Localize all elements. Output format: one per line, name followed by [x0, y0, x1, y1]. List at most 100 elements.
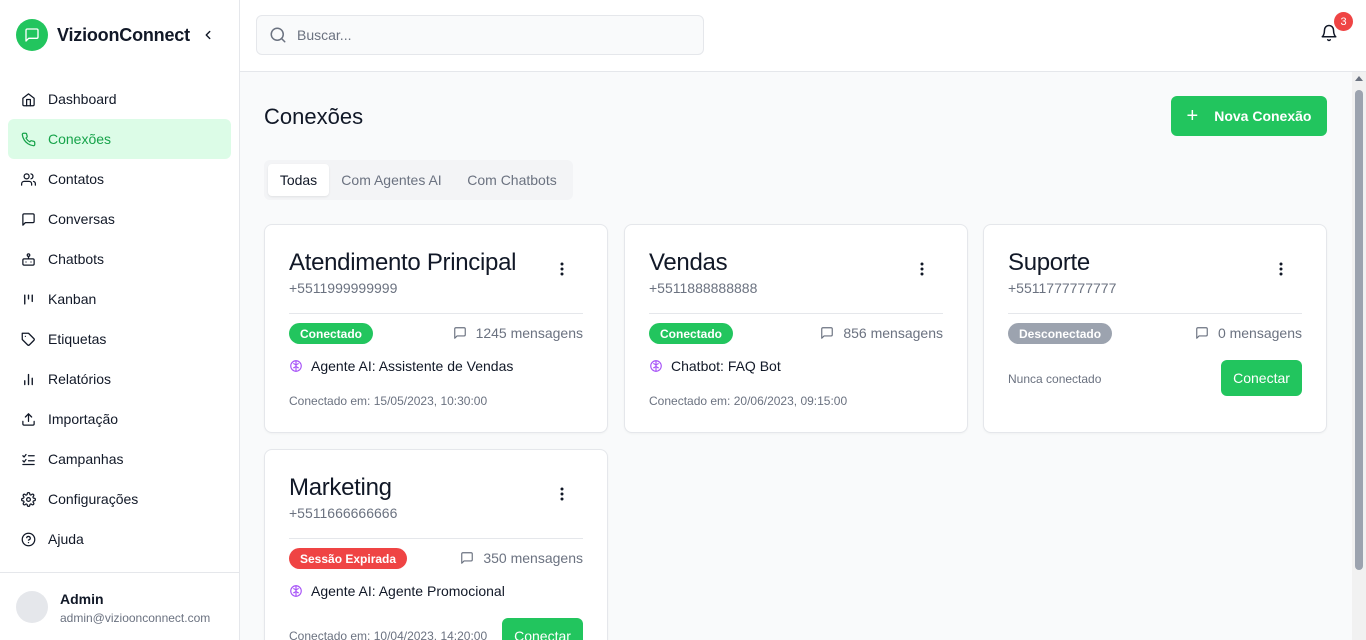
- tag-icon: [20, 331, 36, 347]
- phone-icon: [20, 131, 36, 147]
- status-badge: Conectado: [289, 323, 374, 344]
- sidebar-item-dashboard[interactable]: Dashboard: [8, 79, 231, 119]
- sidebar-item-label: Contatos: [48, 171, 105, 187]
- brain-icon: [289, 584, 303, 598]
- user-profile[interactable]: Admin admin@vizioonconnect.com: [0, 572, 240, 640]
- user-name: Admin: [60, 591, 104, 607]
- sidebar-item-conexoes[interactable]: Conexões: [8, 119, 231, 159]
- agent-label: Agente AI: Assistente de Vendas: [311, 358, 514, 374]
- connection-phone: +5511777777777: [1008, 280, 1117, 296]
- scrollbar[interactable]: [1352, 72, 1366, 640]
- tab-com-chatbots[interactable]: Com Chatbots: [454, 164, 570, 196]
- search-icon: [269, 26, 287, 44]
- status-badge: Desconectado: [1008, 323, 1113, 344]
- brain-icon: [289, 359, 303, 373]
- more-vertical-icon[interactable]: [555, 485, 569, 503]
- sidebar-item-label: Ajuda: [48, 531, 84, 547]
- connect-button[interactable]: Conectar: [1221, 360, 1302, 396]
- message-count: 1245 mensagens: [453, 325, 583, 341]
- message-count: 0 mensagens: [1195, 325, 1302, 341]
- user-email: admin@vizioonconnect.com: [60, 611, 211, 625]
- plus-icon: +: [1186, 105, 1199, 127]
- new-connection-label: Nova Conexão: [1214, 108, 1312, 124]
- status-badge: Conectado: [649, 323, 734, 344]
- message-icon: [453, 326, 467, 340]
- sidebar-item-etiquetas[interactable]: Etiquetas: [8, 319, 231, 359]
- connection-card: Atendimento Principal +5511999999999 Con…: [264, 224, 608, 433]
- tab-todas[interactable]: Todas: [268, 164, 329, 196]
- upload-icon: [20, 411, 36, 427]
- connect-button[interactable]: Conectar: [502, 618, 583, 640]
- sidebar-item-campanhas[interactable]: Campanhas: [8, 439, 231, 479]
- page-title: Conexões: [264, 104, 364, 129]
- more-vertical-icon[interactable]: [1274, 260, 1288, 278]
- connection-phone: +5511999999999: [289, 280, 398, 296]
- sidebar-item-label: Conexões: [48, 131, 112, 147]
- agent-info: Agente AI: Agente Promocional: [289, 583, 505, 599]
- connected-at: Conectado em: 15/05/2023, 10:30:00: [289, 394, 488, 408]
- connection-phone: +5511666666666: [289, 505, 398, 521]
- brain-icon: [649, 359, 663, 373]
- connection-name: Marketing: [289, 474, 392, 501]
- chevron-left-icon[interactable]: [200, 26, 216, 44]
- notification-badge: 3: [1334, 12, 1353, 31]
- search-input[interactable]: [297, 27, 677, 43]
- agent-info: Chatbot: FAQ Bot: [649, 358, 781, 374]
- sidebar-item-contatos[interactable]: Contatos: [8, 159, 231, 199]
- agent-info: Agente AI: Assistente de Vendas: [289, 358, 513, 374]
- bot-icon: [20, 251, 36, 267]
- divider: [289, 538, 583, 539]
- divider: [289, 313, 583, 314]
- message-count-label: 350 mensagens: [483, 550, 583, 566]
- connection-name: Atendimento Principal: [289, 249, 517, 276]
- status-badge: Sessão Expirada: [289, 548, 408, 569]
- scroll-thumb[interactable]: [1355, 90, 1363, 570]
- sidebar: VizioonConnect Dashboard Conexões Contat…: [0, 0, 240, 640]
- sidebar-item-label: Configurações: [48, 491, 139, 507]
- message-count-label: 1245 mensagens: [475, 325, 583, 341]
- message-square-icon: [20, 211, 36, 227]
- message-count: 350 mensagens: [460, 550, 583, 566]
- connected-at: Conectado em: 10/04/2023, 14:20:00: [289, 629, 488, 640]
- connection-card: Marketing +5511666666666 Sessão Expirada…: [264, 449, 608, 640]
- sidebar-item-relatorios[interactable]: Relatórios: [8, 359, 231, 399]
- home-icon: [20, 91, 36, 107]
- sidebar-item-label: Campanhas: [48, 451, 124, 467]
- message-count: 856 mensagens: [820, 325, 943, 341]
- message-logo-icon: [16, 19, 48, 51]
- sidebar-item-conversas[interactable]: Conversas: [8, 199, 231, 239]
- connection-name: Vendas: [649, 249, 728, 276]
- connection-name: Suporte: [1008, 249, 1090, 276]
- connection-card: Suporte +5511777777777 Desconectado 0 me…: [983, 224, 1327, 433]
- agent-label: Agente AI: Agente Promocional: [311, 583, 505, 599]
- sidebar-item-label: Importação: [48, 411, 119, 427]
- sidebar-nav: Dashboard Conexões Contatos Conversas Ch…: [8, 79, 231, 559]
- message-count-label: 856 mensagens: [843, 325, 943, 341]
- more-vertical-icon[interactable]: [915, 260, 929, 278]
- help-circle-icon: [20, 531, 36, 547]
- agent-label: Chatbot: FAQ Bot: [671, 358, 781, 374]
- divider: [649, 313, 943, 314]
- more-vertical-icon[interactable]: [555, 260, 569, 278]
- avatar: [16, 591, 48, 623]
- message-icon: [1195, 326, 1209, 340]
- connected-at: Conectado em: 20/06/2023, 09:15:00: [649, 394, 848, 408]
- list-checks-icon: [20, 451, 36, 467]
- sidebar-item-kanban[interactable]: Kanban: [8, 279, 231, 319]
- message-count-label: 0 mensagens: [1217, 325, 1302, 341]
- kanban-icon: [20, 291, 36, 307]
- connection-card: Vendas +5511888888888 Conectado 856 mens…: [624, 224, 968, 433]
- sidebar-item-chatbots[interactable]: Chatbots: [8, 239, 231, 279]
- tab-com-agentes-ai[interactable]: Com Agentes AI: [333, 164, 450, 196]
- scroll-up-arrow[interactable]: [1355, 76, 1363, 81]
- sidebar-item-label: Relatórios: [48, 371, 112, 387]
- sidebar-item-configuracoes[interactable]: Configurações: [8, 479, 231, 519]
- search-box: [256, 15, 704, 55]
- top-header: 3: [240, 0, 1366, 72]
- sidebar-item-ajuda[interactable]: Ajuda: [8, 519, 231, 559]
- sidebar-item-label: Chatbots: [48, 251, 105, 267]
- sidebar-item-importacao[interactable]: Importação: [8, 399, 231, 439]
- sidebar-item-label: Dashboard: [48, 91, 117, 107]
- new-connection-button[interactable]: + Nova Conexão: [1171, 96, 1327, 136]
- sidebar-item-label: Etiquetas: [48, 331, 107, 347]
